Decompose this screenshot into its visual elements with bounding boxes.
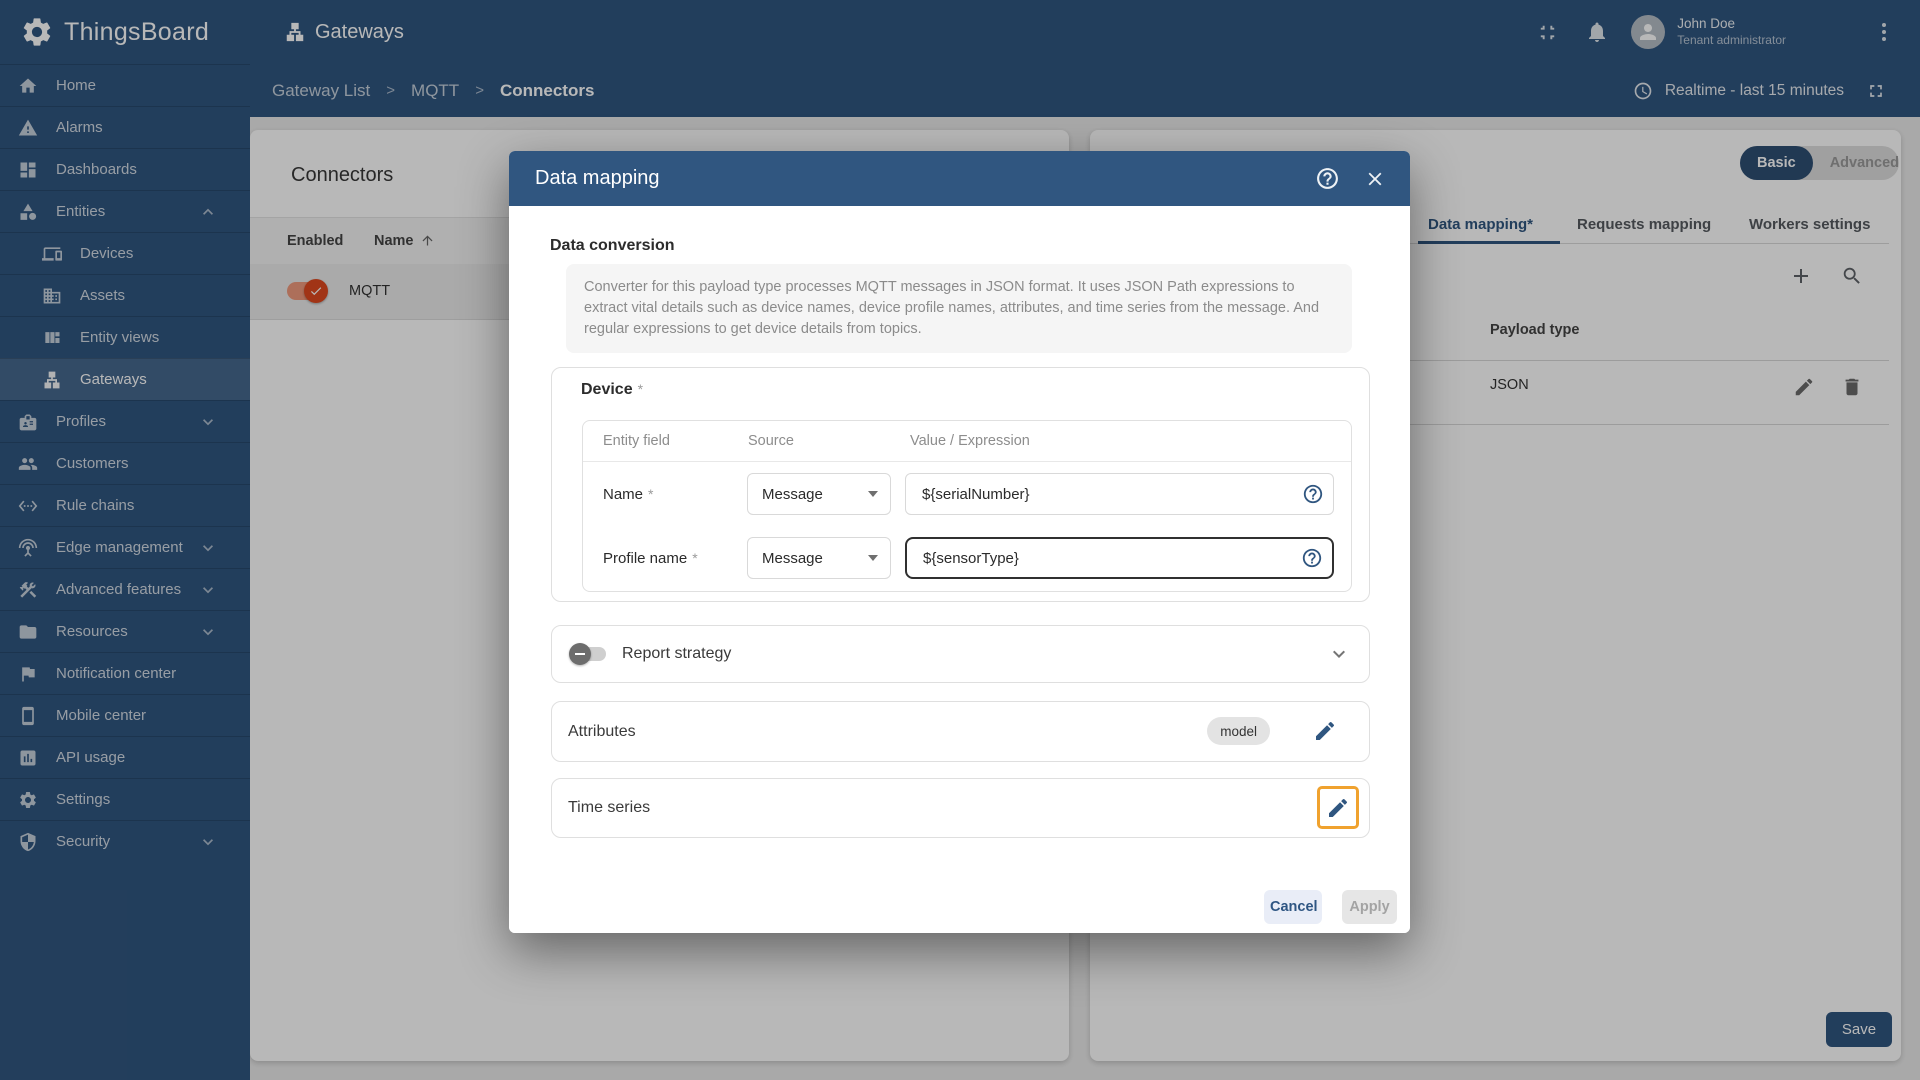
- apply-button[interactable]: Apply: [1342, 890, 1397, 924]
- source-select[interactable]: Message: [747, 537, 891, 579]
- device-heading: Device *: [581, 381, 644, 398]
- value-expression-text: ${serialNumber}: [922, 485, 1030, 503]
- edit-time-series-button[interactable]: [1317, 786, 1359, 829]
- device-table: Entity field Source Value / Expression N…: [582, 420, 1352, 592]
- time-series-label: Time series: [568, 799, 651, 816]
- col-value-expression: Value / Expression: [910, 433, 1030, 449]
- device-mapping-row-name: Name * Message ${serialNumber}: [583, 462, 1351, 526]
- value-expression-input[interactable]: ${serialNumber}: [905, 473, 1334, 515]
- field-label: Profile name *: [603, 549, 698, 567]
- chevron-down-icon: [868, 555, 878, 561]
- device-section: Device * Entity field Source Value / Expr…: [551, 367, 1370, 602]
- modal-title: Data mapping: [535, 167, 660, 189]
- col-source: Source: [748, 433, 794, 449]
- device-mapping-row-profile-name: Profile name * Message ${sensorType}: [583, 526, 1351, 590]
- time-series-section: Time series: [551, 778, 1370, 838]
- device-table-header: Entity field Source Value / Expression: [583, 421, 1351, 462]
- report-strategy-section: Report strategy: [551, 625, 1370, 683]
- chevron-down-icon: [868, 491, 878, 497]
- col-entity-field: Entity field: [603, 433, 670, 449]
- source-select[interactable]: Message: [747, 473, 891, 515]
- value-expression-input[interactable]: ${sensorType}: [905, 537, 1334, 579]
- attribute-chip-model: model: [1207, 717, 1270, 745]
- data-conversion-heading: Data conversion: [550, 237, 675, 254]
- source-select-value: Message: [762, 485, 823, 503]
- help-icon[interactable]: [1302, 483, 1324, 505]
- field-label: Name *: [603, 485, 654, 503]
- data-mapping-modal: Data mapping Data conversion Converter f…: [509, 151, 1410, 933]
- source-select-value: Message: [762, 549, 823, 567]
- thingsboard-app: ThingsBoard Home Alarms Dashboards Entities…: [0, 0, 1920, 1080]
- attributes-section: Attributes model: [551, 701, 1370, 762]
- help-icon[interactable]: [1301, 547, 1323, 569]
- modal-body: Data conversion Converter for this paylo…: [509, 206, 1410, 933]
- edit-time-series-icon: [1326, 796, 1350, 820]
- close-icon[interactable]: [1364, 168, 1386, 190]
- chevron-down-icon[interactable]: [1327, 642, 1351, 666]
- cancel-button[interactable]: Cancel: [1264, 890, 1322, 924]
- edit-attributes-icon[interactable]: [1313, 719, 1337, 743]
- report-strategy-toggle[interactable]: [569, 643, 606, 665]
- modal-header: Data mapping: [509, 151, 1410, 206]
- converter-info-text: Converter for this payload type processe…: [566, 264, 1352, 353]
- value-expression-text: ${sensorType}: [923, 549, 1019, 567]
- help-icon[interactable]: [1315, 166, 1340, 191]
- attributes-label: Attributes: [568, 722, 636, 740]
- report-strategy-label: Report strategy: [622, 645, 732, 662]
